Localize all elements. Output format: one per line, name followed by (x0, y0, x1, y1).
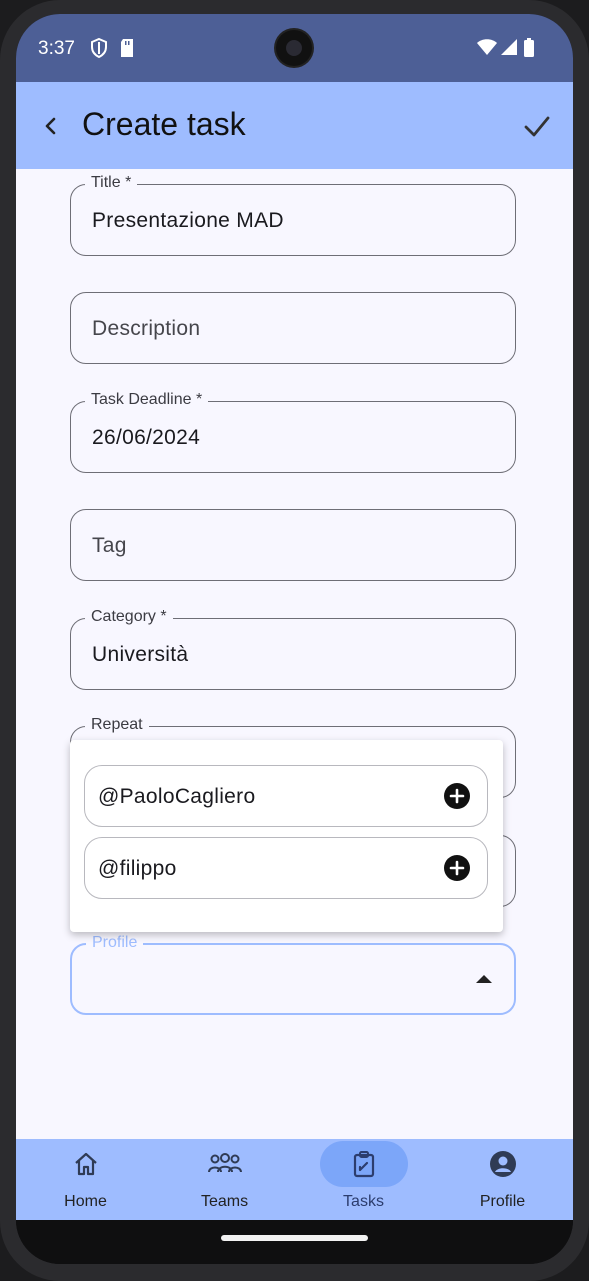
status-bar: 3:37 (16, 14, 573, 82)
gesture-area (16, 1220, 573, 1264)
sd-card-icon (121, 39, 133, 57)
deadline-field[interactable]: Task Deadline * 26/06/2024 (70, 391, 516, 473)
category-field[interactable]: Category * Università (70, 608, 516, 690)
status-time: 3:37 (38, 38, 75, 59)
nav-label: Home (64, 1193, 107, 1210)
nav-icon-container (459, 1141, 547, 1187)
app-bar: Create task (16, 82, 573, 169)
back-icon[interactable] (32, 106, 72, 146)
nav-label: Profile (479, 1193, 526, 1210)
nav-home[interactable]: Home (16, 1139, 155, 1220)
battery-icon (524, 38, 534, 57)
category-value: Università (92, 643, 189, 666)
member-suggestions-popup: @PaoloCagliero @filippo (70, 740, 503, 932)
title-value: Presentazione MAD (92, 209, 284, 232)
teams-icon (208, 1153, 242, 1173)
home-icon (75, 1152, 97, 1176)
dropdown-arrow-up-icon[interactable] (476, 975, 492, 983)
description-field[interactable]: Description (70, 292, 516, 364)
nav-label: Teams (200, 1193, 249, 1210)
home-gesture-bar[interactable] (221, 1235, 368, 1241)
check-icon[interactable] (517, 106, 557, 146)
member-name: @PaoloCagliero (98, 785, 256, 808)
page-title: Create task (82, 106, 246, 142)
screen: 3:37 Create task Title * Presentazione M… (16, 14, 573, 1264)
description-placeholder: Description (92, 317, 201, 340)
nav-icon-container (181, 1141, 269, 1187)
device-frame: 3:37 Create task Title * Presentazione M… (0, 0, 589, 1281)
member-option[interactable]: @filippo (84, 837, 488, 899)
signal-icon (501, 39, 517, 55)
member-name: @filippo (98, 857, 177, 880)
create-task-form: Title * Presentazione MAD Description Ta… (16, 169, 573, 1139)
profile-label: Profile (86, 934, 144, 952)
tasks-icon (353, 1151, 375, 1178)
profile-icon (490, 1151, 516, 1177)
nav-label: Tasks (343, 1193, 384, 1210)
bottom-navigation: Home Teams Tasks Profile (16, 1139, 573, 1220)
repeat-label: Repeat (85, 716, 149, 734)
deadline-label: Task Deadline * (85, 391, 209, 409)
member-option[interactable]: @PaoloCagliero (84, 765, 488, 827)
nav-profile[interactable]: Profile (433, 1139, 572, 1220)
title-field[interactable]: Title * Presentazione MAD (70, 174, 516, 256)
tag-placeholder: Tag (92, 534, 127, 557)
nav-teams[interactable]: Teams (155, 1139, 294, 1220)
add-circle-icon[interactable] (443, 854, 471, 882)
nav-tasks[interactable]: Tasks (294, 1139, 433, 1220)
deadline-value: 26/06/2024 (92, 426, 201, 449)
nav-active-pill (320, 1141, 408, 1187)
tag-field[interactable]: Tag (70, 509, 516, 581)
title-label: Title * (85, 174, 138, 192)
category-label: Category * (85, 608, 173, 626)
wifi-icon (477, 39, 497, 55)
add-circle-icon[interactable] (443, 782, 471, 810)
shield-icon (91, 38, 107, 58)
nav-icon-container (42, 1141, 130, 1187)
profile-dropdown[interactable]: Profile (70, 934, 516, 1015)
front-camera (276, 30, 312, 66)
